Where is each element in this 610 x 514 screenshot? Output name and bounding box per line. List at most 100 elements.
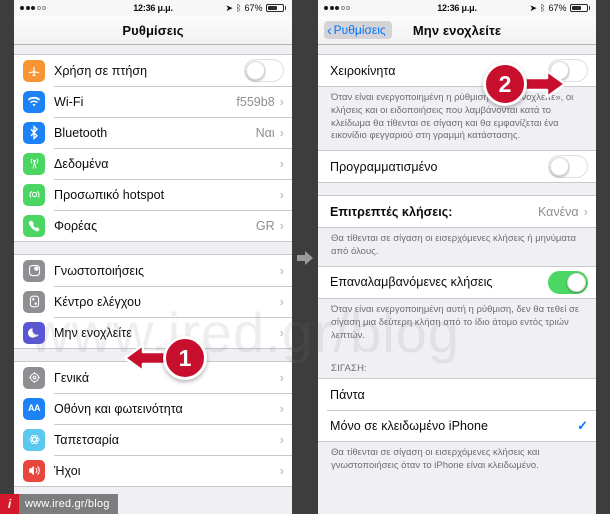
callout-1: 1 [123,336,207,380]
silence-option-locked-only[interactable]: Μόνο σε κλειδωμένο iPhone ✓ [318,410,596,442]
repeated-calls-toggle[interactable] [548,270,588,294]
nav-bar-right: ‹ Ρυθμίσεις Μην ενοχλείτε [318,16,596,45]
back-button-label: Ρυθμίσεις [333,23,386,37]
back-button[interactable]: ‹ Ρυθμίσεις [324,21,392,39]
sidebar-item-notifications[interactable]: Γνωστοποιήσεις › [14,255,292,286]
screenshot-stage: 12:36 μ.μ. ➤ ᛒ 67% Ρυθμίσεις Χρήση σε πτ… [0,0,610,514]
sidebar-item-sounds[interactable]: Ήχοι › [14,455,292,486]
sidebar-item-label: Wi-Fi [54,94,84,109]
gear-icon [23,366,45,389]
bluetooth-icon: ᛒ [540,2,546,13]
wifi-icon [23,90,45,113]
callout-badge-number: 1 [163,336,207,380]
chevron-right-icon: › [279,401,284,416]
battery-percent: 67% [244,2,263,13]
battery-icon [569,4,590,12]
callout-2: 2 [483,62,567,106]
carrier-value: GR [255,218,275,233]
display-aa-icon: AA [23,397,45,420]
sidebar-item-label: Ταπετσαρία [54,432,120,447]
chevron-right-icon: › [279,125,284,140]
settings-list[interactable]: Χρήση σε πτήση Wi-Fi f559b8 › Bluetooth [14,45,292,514]
nav-bar-left: Ρυθμίσεις [14,16,292,45]
sidebar-item-label: Ήχοι [54,463,81,478]
allowed-calls-value: Κανένα [537,204,579,219]
sidebar-item-personal-hotspot[interactable]: Προσωπικό hotspot › [14,179,292,210]
battery-percent: 67% [548,2,567,13]
repeated-calls-row[interactable]: Επαναλαμβανόμενες κλήσεις [318,266,596,298]
scheduled-row[interactable]: Προγραμματισμένο [318,151,596,183]
right-gutter [596,0,610,514]
settings-group-general: Γενικά › AA Οθόνη και φωτεινότητα › Ταπε… [14,361,292,487]
sidebar-item-bluetooth[interactable]: Bluetooth Ναι › [14,117,292,148]
hotspot-icon [23,183,45,206]
chevron-right-icon: › [583,204,588,220]
bluetooth-icon: ᛒ [236,2,242,13]
page-title: Μην ενοχλείτε [412,22,502,38]
airplane-icon [23,59,45,82]
status-right-cluster: ➤ ᛒ 67% [529,2,590,13]
phone-icon [23,214,45,237]
chevron-right-icon: › [279,294,284,309]
watermark-url: www.ired.gr/blog [19,494,118,514]
status-bar-left: 12:36 μ.μ. ➤ ᛒ 67% [14,0,292,16]
chevron-left-icon: ‹ [327,22,332,38]
sidebar-item-label: Bluetooth [54,125,108,140]
scheduled-toggle[interactable] [548,155,588,179]
left-gutter [0,0,14,514]
moon-icon [23,321,45,344]
sidebar-item-label: Φορέας [54,218,98,233]
allowed-calls-row[interactable]: Επιτρεπτές κλήσεις: Κανένα › [318,196,596,228]
sidebar-item-label: Γνωστοποιήσεις [54,263,145,278]
chevron-right-icon: › [279,94,284,109]
chevron-right-icon: › [279,325,284,340]
settings-group-connectivity: Χρήση σε πτήση Wi-Fi f559b8 › Bluetooth [14,54,292,242]
chevron-right-icon: › [279,156,284,171]
airplane-mode-toggle[interactable] [244,59,284,82]
checkmark-icon: ✓ [577,417,588,433]
sidebar-item-airplane-mode[interactable]: Χρήση σε πτήση [14,55,292,86]
wallpaper-icon [23,428,45,451]
sidebar-item-label: Δεδομένα [54,156,109,171]
chevron-right-icon: › [279,432,284,447]
sidebar-item-control-center[interactable]: Κέντρο ελέγχου › [14,286,292,317]
watermark-bar: i www.ired.gr/blog [0,494,118,514]
sidebar-item-carrier[interactable]: Φορέας GR › [14,210,292,241]
sidebar-item-cellular-data[interactable]: Δεδομένα › [14,148,292,179]
sidebar-item-label: Οθόνη και φωτεινότητα [54,401,183,416]
notifications-icon [23,259,45,282]
silence-options-group: Πάντα Μόνο σε κλειδωμένο iPhone ✓ [318,378,596,443]
location-arrow-icon: ➤ [529,2,538,13]
silence-option-always[interactable]: Πάντα [318,379,596,411]
dnd-settings-list[interactable]: Χειροκίνητα Όταν είναι ενεργοποιημένη η … [318,45,596,514]
silence-option-label: Πάντα [330,387,365,402]
chevron-right-icon: › [279,187,284,202]
left-phone-screen: 12:36 μ.μ. ➤ ᛒ 67% Ρυθμίσεις Χρήση σε πτ… [14,0,292,514]
step-flow-arrow-icon [297,251,313,265]
status-right-cluster: ➤ ᛒ 67% [225,2,286,13]
site-logo: i [0,494,19,514]
sidebar-item-display-brightness[interactable]: AA Οθόνη και φωτεινότητα › [14,393,292,424]
chevron-right-icon: › [279,218,284,233]
sidebar-item-label: Χρήση σε πτήση [54,63,148,78]
sidebar-item-wifi[interactable]: Wi-Fi f559b8 › [14,86,292,117]
repeated-calls-group: Επαναλαμβανόμενες κλήσεις [318,265,596,299]
control-center-icon [23,290,45,313]
location-arrow-icon: ➤ [225,2,234,13]
chevron-right-icon: › [279,463,284,478]
repeated-calls-footer-text: Όταν είναι ενεργοποιημένη αυτή η ρύθμιση… [331,303,580,341]
silence-footer-text: Θα τίθενται σε σίγαση οι εισερχόμενες κλ… [331,447,540,472]
page-title: Ρυθμίσεις [122,22,184,38]
chevron-right-icon: › [279,263,284,278]
settings-group-notifications: Γνωστοποιήσεις › Κέντρο ελέγχου › Μην εν… [14,254,292,349]
silence-option-label: Μόνο σε κλειδωμένο iPhone [330,418,488,433]
scheduled-label: Προγραμματισμένο [330,159,438,174]
callout-badge-number: 2 [483,62,527,106]
chevron-right-icon: › [279,370,284,385]
repeated-calls-label: Επαναλαμβανόμενες κλήσεις [330,275,493,290]
wifi-network-value: f559b8 [236,94,275,109]
allowed-calls-label: Επιτρεπτές κλήσεις: [330,204,453,219]
bluetooth-status-value: Ναι [255,125,275,140]
sidebar-item-wallpaper[interactable]: Ταπετσαρία › [14,424,292,455]
battery-icon [265,4,286,12]
